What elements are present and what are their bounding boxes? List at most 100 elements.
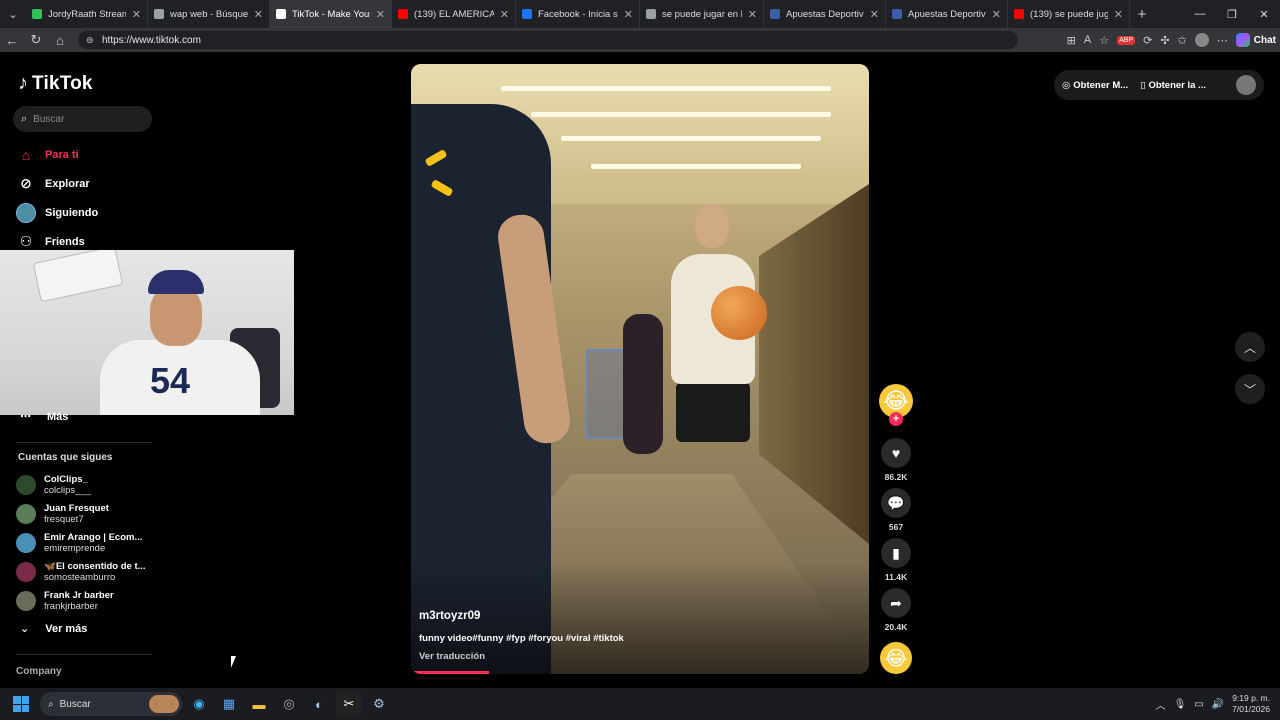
- previous-video-button[interactable]: ︿: [1235, 332, 1265, 362]
- close-tab-icon[interactable]: ✕: [500, 8, 509, 21]
- taskbar-search[interactable]: ⌕ Buscar: [40, 692, 182, 716]
- favorite-star-icon[interactable]: ☆: [1099, 34, 1109, 47]
- more-menu-item[interactable]: ⋯ Más: [20, 410, 68, 424]
- copilot-chat-button[interactable]: Chat: [1235, 33, 1276, 47]
- followed-account[interactable]: ColClips_ colclips___: [16, 470, 176, 499]
- tab-favicon-icon: [1014, 9, 1024, 19]
- bookmark-icon[interactable]: ▮: [881, 538, 911, 568]
- browser-tab[interactable]: Facebook - Inicia sesión ✕: [516, 0, 640, 28]
- file-explorer-icon[interactable]: ▬: [246, 691, 272, 717]
- app-icon[interactable]: ◎: [276, 691, 302, 717]
- extensions-icon[interactable]: ✣: [1160, 34, 1169, 47]
- tiktok-logo[interactable]: ♪ TikTok: [18, 72, 93, 95]
- translate-icon[interactable]: A: [1084, 34, 1091, 46]
- share-icon[interactable]: ➦: [881, 588, 911, 618]
- company-link[interactable]: Company: [16, 666, 62, 677]
- browser-tab[interactable]: se puede jugar en linea ✕: [640, 0, 764, 28]
- close-window-icon[interactable]: ✕: [1248, 0, 1280, 28]
- home-browser-icon[interactable]: ⌂: [48, 33, 72, 48]
- search-input[interactable]: [33, 113, 134, 125]
- edge-icon[interactable]: ◉: [186, 691, 212, 717]
- account-names: ColClips_ colclips___: [44, 474, 91, 496]
- close-tab-icon[interactable]: ✕: [1114, 8, 1123, 21]
- browser-tab[interactable]: TikTok - Make Your ✕: [270, 0, 392, 28]
- adblock-extension-icon[interactable]: ABP: [1117, 35, 1136, 45]
- volume-icon[interactable]: 🔊: [1212, 699, 1224, 710]
- action-column: ♥ 86.2K 💬 567 ▮ 11.4K ➦ 20.4K: [878, 438, 914, 638]
- follow-plus-icon[interactable]: +: [889, 412, 903, 426]
- see-more-button[interactable]: ⌄ Ver más: [20, 622, 87, 636]
- followed-account[interactable]: 🦋El consentido de t... somosteamburro: [16, 557, 176, 586]
- clock[interactable]: 9:19 p. m. 7/01/2026: [1232, 693, 1270, 715]
- tab-favicon-icon: [522, 9, 532, 19]
- sidebar-item-siguiendo[interactable]: Siguiendo: [16, 198, 166, 227]
- search-box[interactable]: ⌕: [13, 106, 152, 132]
- close-tab-icon[interactable]: ✕: [748, 8, 757, 21]
- browser-tab[interactable]: Apuestas Deportivas | C ✕: [764, 0, 886, 28]
- account-display-name: Frank Jr barber: [44, 589, 114, 601]
- comment-icon[interactable]: 💬: [881, 488, 911, 518]
- new-tab-button[interactable]: +: [1130, 6, 1154, 23]
- close-tab-icon[interactable]: ✕: [992, 8, 1001, 21]
- refresh-extension-icon[interactable]: ⟳: [1143, 34, 1152, 47]
- following-list: ColClips_ colclips___ Juan Fresquet fresque…: [16, 470, 176, 615]
- close-tab-icon[interactable]: ✕: [624, 8, 633, 21]
- close-tab-icon[interactable]: ✕: [870, 8, 879, 21]
- restore-icon[interactable]: ❐: [1216, 0, 1248, 28]
- get-app-button[interactable]: ▯ Obtener la ...: [1140, 80, 1206, 91]
- sidebar-item-para-ti[interactable]: ⌂ Para ti: [16, 140, 166, 169]
- tray-overflow-icon[interactable]: ︿: [1156, 697, 1166, 712]
- windows-logo-icon: [13, 696, 29, 712]
- network-icon[interactable]: ▭: [1194, 699, 1203, 710]
- tiktok-page: ♪ TikTok ⌕ ⌂ Para ti ⊘ Explorar Siguiendo ⚇ Fr…: [0, 52, 1280, 688]
- video-progress-bar[interactable]: [411, 671, 489, 674]
- tab-list: JordyRaath Stream - Wi✕wap web - Búsqued…: [26, 0, 1130, 28]
- sidebar-item-label: Explorar: [45, 177, 90, 190]
- browser-tab[interactable]: (139) se puede jugar en ✕: [1008, 0, 1130, 28]
- followed-account[interactable]: Frank Jr barber frankjrbarber: [16, 586, 176, 615]
- address-toolbar: ← ↻ ⌂ ⊜ https://www.tiktok.com ⊞ A ☆ ABP…: [0, 28, 1280, 52]
- get-coins-button[interactable]: ◎ Obtener M...: [1062, 80, 1128, 91]
- app-available-icon[interactable]: ⊞: [1067, 34, 1076, 47]
- capcut-icon[interactable]: ✂: [336, 691, 362, 717]
- store-icon[interactable]: ▦: [216, 691, 242, 717]
- close-tab-icon[interactable]: ✕: [376, 8, 385, 21]
- share-count: 20.4K: [884, 622, 908, 632]
- close-tab-icon[interactable]: ✕: [132, 8, 141, 21]
- avatar: [16, 532, 36, 553]
- followed-account[interactable]: Emir Arango | Ecom... emiremprende: [16, 528, 176, 557]
- video-username[interactable]: m3rtoyzr09: [419, 610, 480, 622]
- settings-icon[interactable]: ⚙: [366, 691, 392, 717]
- followed-account[interactable]: Juan Fresquet fresquet7: [16, 499, 176, 528]
- music-disc-icon[interactable]: 😂: [880, 642, 912, 674]
- profile-avatar-icon[interactable]: [1194, 33, 1209, 47]
- chevron-up-icon: ︿: [1243, 340, 1256, 355]
- steam-icon[interactable]: ◐: [306, 691, 332, 717]
- start-button[interactable]: [6, 689, 36, 719]
- user-avatar[interactable]: [1236, 75, 1256, 95]
- url-input[interactable]: ⊜ https://www.tiktok.com: [78, 31, 1018, 49]
- sidebar-item-explorar[interactable]: ⊘ Explorar: [16, 169, 166, 198]
- heart-icon[interactable]: ♥: [881, 438, 911, 468]
- more-menu-icon[interactable]: ⋯: [1217, 34, 1228, 47]
- microphone-icon[interactable]: 🎙: [1174, 699, 1187, 710]
- next-video-button[interactable]: ﹀: [1235, 374, 1265, 404]
- site-info-icon[interactable]: ⊜: [86, 35, 96, 45]
- browser-tab[interactable]: wap web - Búsqueda ✕: [148, 0, 270, 28]
- chevron-down-icon: ⌄: [20, 623, 30, 635]
- copilot-icon: [1235, 33, 1250, 47]
- tab-actions-menu[interactable]: ⌄: [0, 0, 26, 28]
- close-tab-icon[interactable]: ✕: [254, 8, 263, 21]
- account-username: frankjrbarber: [44, 600, 98, 612]
- minimize-icon[interactable]: —: [1184, 0, 1216, 28]
- browser-tab[interactable]: (139) EL AMERICANO 4i ✕: [392, 0, 516, 28]
- get-coins-label: Obtener M...: [1073, 79, 1129, 91]
- video-player[interactable]: m3rtoyzr09 funny video#funny #fyp #foryo…: [411, 64, 869, 674]
- see-translation-link[interactable]: Ver traducción: [419, 651, 485, 662]
- reload-icon[interactable]: ↻: [24, 32, 48, 48]
- favorites-icon[interactable]: ✩: [1178, 34, 1187, 47]
- browser-tab[interactable]: JordyRaath Stream - Wi ✕: [26, 0, 148, 28]
- back-icon[interactable]: ←: [0, 33, 24, 48]
- search-icon: ⌕: [21, 112, 28, 125]
- browser-tab[interactable]: Apuestas Deportivas | C ✕: [886, 0, 1008, 28]
